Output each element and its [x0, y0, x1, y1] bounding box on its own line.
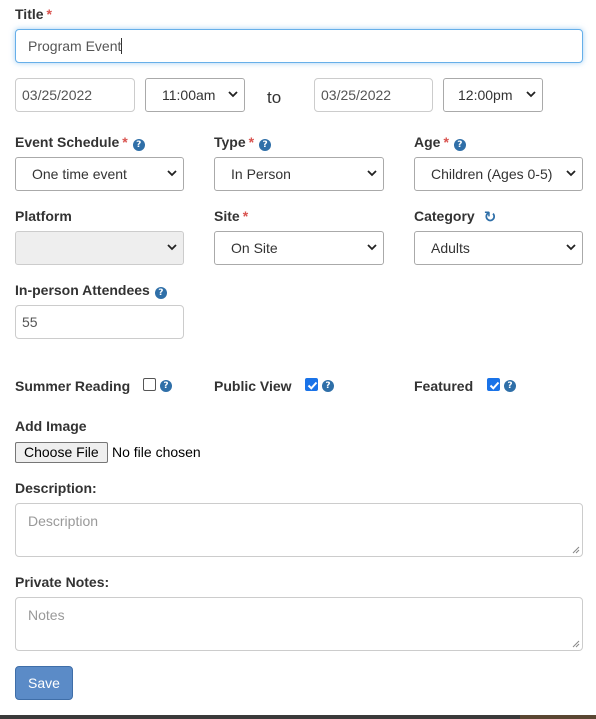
title-input[interactable]: Program Event — [15, 29, 583, 63]
public-view-label: Public View — [214, 378, 292, 394]
description-textarea[interactable]: Description — [15, 503, 583, 557]
summer-reading-label: Summer Reading — [15, 378, 131, 394]
chevron-down-icon — [367, 232, 377, 264]
question-circle-icon[interactable]: ? — [453, 139, 466, 151]
age-select[interactable]: Children (Ages 0-5) — [414, 157, 583, 191]
chevron-down-icon — [167, 158, 177, 190]
file-status-text: No file chosen — [112, 444, 201, 460]
age-label: Age *? — [414, 134, 466, 151]
end-time-select[interactable]: 12:00pm — [443, 78, 543, 112]
event-schedule-select[interactable]: One time event — [15, 157, 184, 191]
add-image-label: Add Image — [15, 418, 87, 434]
type-select[interactable]: In Person — [214, 157, 384, 191]
type-label: Type *? — [214, 134, 272, 151]
date-range-separator: to — [267, 88, 282, 107]
refresh-icon[interactable]: ↻ — [484, 208, 497, 226]
question-circle-icon[interactable]: ? — [132, 139, 145, 151]
chevron-down-icon — [167, 232, 177, 264]
background-edge — [520, 715, 596, 719]
title-label: Title * — [15, 6, 52, 22]
private-notes-label: Private Notes: — [15, 574, 110, 590]
required-marker: * — [46, 6, 52, 22]
featured-label: Featured — [414, 378, 474, 394]
chevron-down-icon — [526, 79, 536, 111]
question-circle-icon[interactable]: ? — [154, 287, 167, 299]
attendees-input[interactable]: 55 — [15, 305, 184, 339]
chevron-down-icon — [566, 158, 576, 190]
attendees-label: In-person Attendees? — [15, 282, 167, 299]
category-label: Category ↻ — [414, 208, 497, 226]
question-circle-icon[interactable]: ? — [322, 380, 334, 392]
featured-checkbox[interactable] — [487, 378, 500, 391]
event-schedule-label: Event Schedule *? — [15, 134, 145, 151]
end-date-input[interactable]: 03/25/2022 — [314, 78, 433, 112]
start-time-select[interactable]: 11:00am — [145, 78, 245, 112]
chevron-down-icon — [367, 158, 377, 190]
description-label: Description: — [15, 480, 97, 496]
platform-label: Platform — [15, 208, 72, 224]
chevron-down-icon — [228, 79, 238, 111]
notes-textarea[interactable]: Notes — [15, 597, 583, 651]
question-circle-icon[interactable]: ? — [504, 380, 516, 392]
question-circle-icon[interactable]: ? — [160, 380, 172, 392]
choose-file-button[interactable]: Choose File — [15, 442, 108, 463]
start-date-input[interactable]: 03/25/2022 — [15, 78, 135, 112]
category-select[interactable]: Adults — [414, 231, 583, 265]
site-label: Site * — [214, 208, 249, 224]
save-button[interactable]: Save — [15, 666, 73, 700]
summer-reading-checkbox[interactable] — [143, 378, 156, 391]
event-form-panel: Title * Program Event 03/25/2022 11:00am … — [0, 0, 596, 715]
platform-select — [15, 231, 184, 265]
question-circle-icon[interactable]: ? — [259, 139, 272, 151]
chevron-down-icon — [566, 232, 576, 264]
site-select[interactable]: On Site — [214, 231, 384, 265]
public-view-checkbox[interactable] — [305, 378, 318, 391]
